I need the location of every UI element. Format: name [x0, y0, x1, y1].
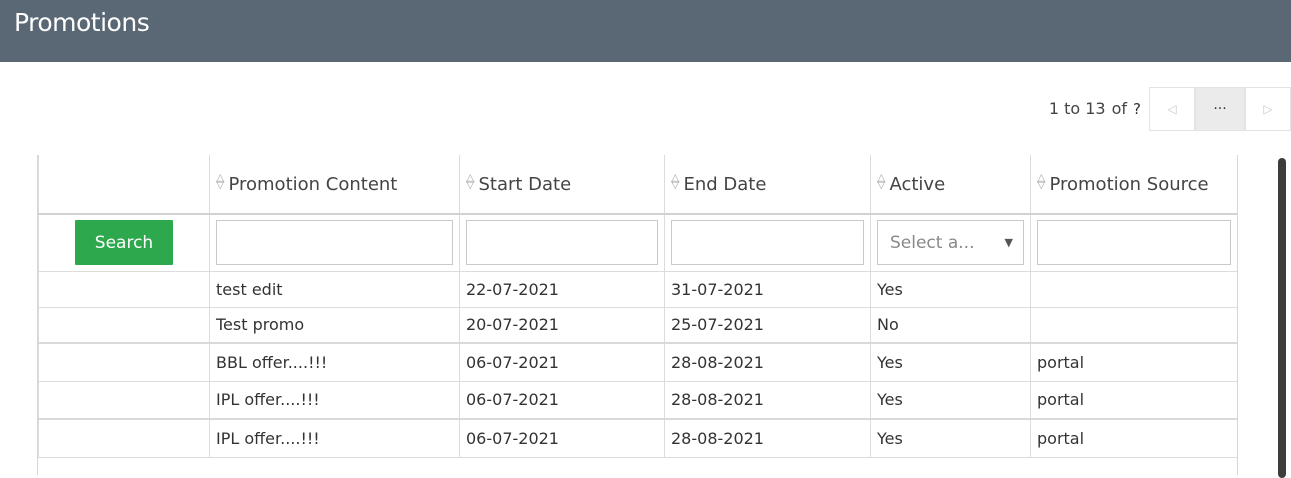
table-cell: BBL offer....!!! — [209, 342, 460, 382]
table-cell: test edit — [209, 270, 460, 308]
table-cell: 20-07-2021 — [459, 306, 665, 344]
end-date-filter[interactable] — [671, 220, 864, 266]
filter-cell: Search — [38, 213, 210, 272]
table-cell — [1030, 270, 1237, 308]
header-row: △ ▽ Promotion Content △ ▽ Start Date △ ▽ End D… — [38, 155, 1237, 215]
select-placeholder: Select a... — [890, 232, 975, 253]
table-cell — [1030, 306, 1237, 344]
column-header-active[interactable]: △ ▽ Active — [870, 155, 1031, 215]
previous-page-button[interactable]: ◁ — [1149, 86, 1195, 131]
pagination-of: of — [1111, 99, 1128, 118]
column-header-label: Active — [889, 173, 946, 195]
pagination-range: 1 to 13 — [1048, 99, 1106, 118]
sort-icon: △ ▽ — [1037, 170, 1046, 191]
table-cell: 06-07-2021 — [459, 342, 665, 382]
vertical-scrollbar[interactable] — [1278, 158, 1286, 478]
table-cell: 28-08-2021 — [664, 380, 871, 420]
page-title: Promotions — [14, 8, 150, 37]
filter-cell: Select a... ▼ — [870, 213, 1031, 272]
table-cell: portal — [1030, 418, 1237, 458]
table-cell: IPL offer....!!! — [209, 418, 460, 458]
table-cell: portal — [1030, 342, 1237, 382]
pagination-total: ? — [1133, 99, 1141, 118]
next-page-button[interactable]: ▷ — [1245, 86, 1291, 131]
table-row[interactable]: test edit 22-07-2021 31-07-2021 Yes — [38, 270, 1237, 308]
table-cell: 28-08-2021 — [664, 342, 871, 382]
pagination: 1 to 13 of ? ◁ ··· ▷ — [1049, 86, 1291, 131]
table-cell: 28-08-2021 — [664, 418, 871, 458]
filter-cell — [1030, 213, 1237, 272]
promotion-source-filter[interactable] — [1037, 220, 1231, 266]
promotion-content-filter[interactable] — [216, 220, 453, 266]
caret-down-icon: ▼ — [1004, 236, 1013, 250]
sort-icon: △ ▽ — [216, 170, 225, 191]
search-button[interactable]: Search — [75, 220, 173, 266]
promotions-table: △ ▽ Promotion Content △ ▽ Start Date △ ▽ End D… — [37, 155, 1238, 475]
table-cell: Yes — [870, 270, 1031, 308]
table-row[interactable]: IPL offer....!!! 06-07-2021 28-08-2021 Y… — [38, 418, 1237, 458]
chevron-left-icon: ◁ — [1167, 101, 1177, 116]
table-cell: Test promo — [209, 306, 460, 344]
column-header-actions — [38, 155, 210, 215]
sort-icon: △ ▽ — [877, 170, 886, 191]
table-cell: 06-07-2021 — [459, 380, 665, 420]
sort-icon: △ ▽ — [466, 170, 475, 191]
column-header-label: Promotion Content — [228, 173, 398, 195]
column-header-promotion-content[interactable]: △ ▽ Promotion Content — [209, 155, 460, 215]
filter-row: Search Select a... ▼ — [38, 213, 1237, 272]
table-cell: IPL offer....!!! — [209, 380, 460, 420]
filter-cell — [459, 213, 665, 272]
column-header-label: Start Date — [478, 173, 572, 195]
start-date-filter[interactable] — [466, 220, 658, 266]
table-cell: No — [870, 306, 1031, 344]
chevron-right-icon: ▷ — [1263, 101, 1273, 116]
filter-cell — [209, 213, 460, 272]
table-cell — [38, 418, 210, 458]
table-cell: 06-07-2021 — [459, 418, 665, 458]
more-pages-button[interactable]: ··· — [1195, 86, 1245, 131]
column-header-end-date[interactable]: △ ▽ End Date — [664, 155, 871, 215]
pagination-summary: 1 to 13 of ? — [1049, 99, 1141, 118]
column-header-promotion-source[interactable]: △ ▽ Promotion Source — [1030, 155, 1237, 215]
column-header-label: Promotion Source — [1049, 173, 1209, 195]
table-cell: Yes — [870, 418, 1031, 458]
page-header: Promotions — [0, 0, 1291, 62]
table-cell: portal — [1030, 380, 1237, 420]
table-row[interactable]: IPL offer....!!! 06-07-2021 28-08-2021 Y… — [38, 380, 1237, 420]
column-header-start-date[interactable]: △ ▽ Start Date — [459, 155, 665, 215]
column-header-label: End Date — [683, 173, 767, 195]
table-cell — [38, 380, 210, 420]
table-cell — [38, 270, 210, 308]
table-cell — [38, 342, 210, 382]
table-cell: Yes — [870, 380, 1031, 420]
table-cell: 22-07-2021 — [459, 270, 665, 308]
table-row[interactable]: Test promo 20-07-2021 25-07-2021 No — [38, 306, 1237, 344]
table-cell: Yes — [870, 342, 1031, 382]
table-cell: 31-07-2021 — [664, 270, 871, 308]
table-row[interactable]: BBL offer....!!! 06-07-2021 28-08-2021 Y… — [38, 342, 1237, 382]
sort-icon: △ ▽ — [671, 170, 680, 191]
filter-cell — [664, 213, 871, 272]
table-cell: 25-07-2021 — [664, 306, 871, 344]
table-cell — [38, 306, 210, 344]
active-filter-select[interactable]: Select a... ▼ — [877, 220, 1024, 266]
